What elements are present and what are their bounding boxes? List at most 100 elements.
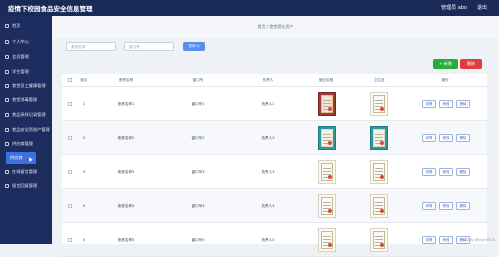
- canteen-name-search-input[interactable]: 食堂名称: [66, 42, 116, 51]
- top-bar: 疫情下校园食品安全信息管理 管理员 abo 退出: [0, 0, 499, 16]
- window-number-search-input[interactable]: 窗口号: [124, 42, 174, 51]
- sidebar-item-sampling[interactable]: 食品采样记录管理: [0, 109, 52, 121]
- hygiene-certificate-image[interactable]: [370, 194, 388, 218]
- edit-button[interactable]: 修改: [439, 100, 453, 108]
- cell-manager: 负责人4: [261, 204, 274, 209]
- row-checkbox[interactable]: [68, 170, 72, 174]
- sidebar-item-supplier-active[interactable]: 供应商: [6, 152, 36, 164]
- breadcrumb: 首页 / 食堂营业资产: [52, 24, 499, 30]
- table-row: 2 食堂名称2 窗口号2 负责人2 详情修改删除: [62, 121, 487, 155]
- data-table: 索引 食堂名称 窗口号 负责人 营业执照 卫生证 操作 1 食堂名称1 窗口号1 负责…: [62, 74, 487, 244]
- cell-window: 窗口号3: [191, 170, 204, 175]
- detail-button[interactable]: 详情: [422, 168, 436, 176]
- select-all-checkbox[interactable]: [68, 78, 72, 82]
- row-delete-button[interactable]: 删除: [456, 168, 470, 176]
- health-icon: [5, 84, 9, 88]
- edit-button[interactable]: 修改: [439, 202, 453, 210]
- table-header: 索引 食堂名称 窗口号 负责人 营业执照 卫生证 操作: [62, 74, 487, 87]
- detail-button[interactable]: 详情: [422, 236, 436, 244]
- logout-link[interactable]: 退出: [477, 4, 487, 11]
- table-row: 5食堂名称5窗口号5负责人5详情修改删除: [62, 223, 487, 257]
- cell-index: 4: [83, 204, 85, 208]
- license-image[interactable]: [318, 160, 336, 184]
- header-canteen-name: 食堂名称: [119, 78, 133, 83]
- license-image[interactable]: [318, 126, 336, 150]
- sampling-icon: [5, 113, 9, 117]
- delete-button[interactable]: 删除: [460, 59, 482, 69]
- cell-manager: 负责人2: [261, 136, 274, 141]
- row-checkbox[interactable]: [68, 204, 72, 208]
- sidebar-item-profile[interactable]: 个人中心: [0, 36, 52, 48]
- cell-canteen-name: 食堂名称4: [118, 204, 135, 209]
- hygiene-certificate-image[interactable]: [370, 92, 388, 116]
- cell-canteen-name: 食堂名称3: [118, 170, 135, 175]
- cell-canteen-name: 食堂名称1: [118, 102, 135, 107]
- cell-window: 窗口号1: [191, 102, 204, 107]
- breadcrumb-bar: 首页 / 食堂营业资产: [52, 16, 499, 38]
- row-delete-button[interactable]: 删除: [456, 134, 470, 142]
- certificate-icon: [5, 128, 9, 132]
- cell-window: 窗口号4: [191, 204, 204, 209]
- header-license: 营业执照: [319, 78, 333, 83]
- sidebar-item-students[interactable]: 学生管理: [0, 66, 52, 78]
- watermark: CSDN @biye0808: [463, 238, 495, 242]
- sidebar-item-disinfection[interactable]: 食堂消毒管理: [0, 94, 52, 106]
- header-window: 窗口号: [193, 78, 204, 83]
- detail-button[interactable]: 详情: [422, 100, 436, 108]
- sidebar: 首页 个人中心 会员管理 学生管理 食堂员工健康管理 食堂消毒管理 食品采样记录…: [0, 16, 52, 244]
- header-manager: 负责人: [263, 78, 274, 83]
- license-image[interactable]: [318, 194, 336, 218]
- cell-manager: 负责人5: [261, 238, 274, 243]
- hygiene-certificate-image[interactable]: [370, 228, 388, 252]
- cell-index: 5: [83, 238, 85, 242]
- license-image[interactable]: [318, 92, 336, 116]
- supplier-icon: [5, 142, 9, 146]
- row-delete-button[interactable]: 删除: [456, 202, 470, 210]
- cell-manager: 负责人3: [261, 170, 274, 175]
- edit-button[interactable]: 修改: [439, 168, 453, 176]
- user-icon: [5, 40, 9, 44]
- detail-button[interactable]: 详情: [422, 134, 436, 142]
- cell-window: 窗口号2: [191, 136, 204, 141]
- cell-manager: 负责人1: [261, 102, 274, 107]
- cell-index: 1: [83, 102, 85, 106]
- sidebar-item-members[interactable]: 会员管理: [0, 51, 52, 63]
- table-row: 4 食堂名称4 窗口号4 负责人4 详情修改删除: [62, 189, 487, 223]
- reply-icon: [5, 184, 9, 188]
- add-button[interactable]: + 新增: [433, 59, 458, 69]
- license-image[interactable]: [318, 228, 336, 252]
- header-index: 索引: [80, 78, 87, 83]
- row-checkbox[interactable]: [68, 136, 72, 140]
- sidebar-item-suppliers[interactable]: 供应商管理: [0, 138, 52, 150]
- detail-button[interactable]: 详情: [422, 202, 436, 210]
- members-icon: [5, 55, 9, 59]
- search-button[interactable]: 查询 Q: [183, 42, 205, 51]
- hygiene-certificate-image[interactable]: [370, 126, 388, 150]
- sidebar-item-staff-health[interactable]: 食堂员工健康管理: [0, 80, 52, 92]
- disinfect-icon: [5, 98, 9, 102]
- app-title: 疫情下校园食品安全信息管理: [8, 3, 93, 13]
- sidebar-item-messages[interactable]: 在线留言管理: [0, 166, 52, 178]
- sidebar-item-replies[interactable]: 留言回复管理: [0, 180, 52, 192]
- row-checkbox[interactable]: [68, 238, 72, 242]
- user-name[interactable]: 管理员 abo: [441, 4, 467, 11]
- students-icon: [5, 70, 9, 74]
- message-icon: [5, 170, 9, 174]
- cell-window: 窗口号5: [191, 238, 204, 243]
- hygiene-certificate-image[interactable]: [370, 160, 388, 184]
- row-checkbox[interactable]: [68, 102, 72, 106]
- edit-button[interactable]: 修改: [439, 236, 453, 244]
- cell-canteen-name: 食堂名称5: [118, 238, 135, 243]
- edit-button[interactable]: 修改: [439, 134, 453, 142]
- cell-index: 2: [83, 136, 85, 140]
- cell-index: 3: [83, 170, 85, 174]
- home-icon: [5, 24, 9, 28]
- header-actions: 操作: [441, 78, 448, 83]
- sidebar-item-home[interactable]: 首页: [0, 20, 52, 32]
- table-row: 1 食堂名称1 窗口号1 负责人1 详情修改删除: [62, 87, 487, 121]
- sidebar-item-qualification[interactable]: 食品安全资质产管理: [0, 124, 52, 136]
- table-row: 3 食堂名称3 窗口号3 负责人3 详情修改删除: [62, 155, 487, 189]
- cell-canteen-name: 食堂名称2: [118, 136, 135, 141]
- cursor-icon: [27, 156, 32, 161]
- row-delete-button[interactable]: 删除: [456, 100, 470, 108]
